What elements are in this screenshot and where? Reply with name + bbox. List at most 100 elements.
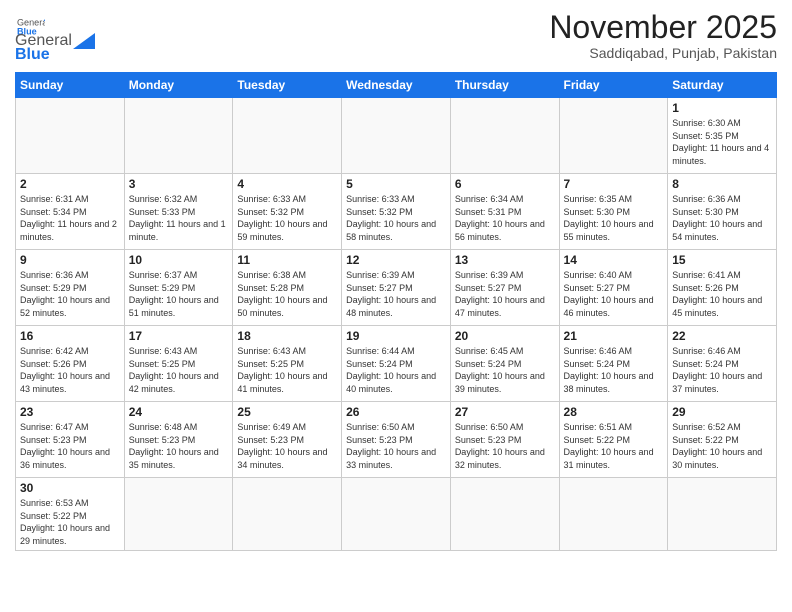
table-row: 20 Sunrise: 6:45 AM Sunset: 5:24 PM Dayli… [450, 326, 559, 402]
day-number: 7 [564, 177, 664, 191]
day-number: 1 [672, 101, 772, 115]
day-info: Sunrise: 6:39 AM Sunset: 5:27 PM Dayligh… [346, 269, 446, 319]
day-number: 6 [455, 177, 555, 191]
table-row: 11 Sunrise: 6:38 AM Sunset: 5:28 PM Dayli… [233, 250, 342, 326]
calendar: Sunday Monday Tuesday Wednesday Thursday… [15, 72, 777, 551]
col-wednesday: Wednesday [342, 73, 451, 98]
title-block: November 2025 Saddiqabad, Punjab, Pakist… [549, 10, 777, 61]
day-info: Sunrise: 6:46 AM Sunset: 5:24 PM Dayligh… [564, 345, 664, 395]
month-title: November 2025 [549, 10, 777, 45]
table-row [124, 98, 233, 174]
day-number: 4 [237, 177, 337, 191]
table-row [16, 98, 125, 174]
day-info: Sunrise: 6:32 AM Sunset: 5:33 PM Dayligh… [129, 193, 229, 243]
day-number: 2 [20, 177, 120, 191]
day-info: Sunrise: 6:36 AM Sunset: 5:30 PM Dayligh… [672, 193, 772, 243]
logo: General Blue General Blue [15, 15, 96, 64]
table-row: 14Sunrise: 6:40 AM Sunset: 5:27 PM Dayli… [559, 250, 668, 326]
col-thursday: Thursday [450, 73, 559, 98]
day-info: Sunrise: 6:36 AM Sunset: 5:29 PM Dayligh… [20, 269, 120, 319]
day-info: Sunrise: 6:46 AM Sunset: 5:24 PM Dayligh… [672, 345, 772, 395]
table-row: 9 Sunrise: 6:36 AM Sunset: 5:29 PM Daylig… [16, 250, 125, 326]
day-number: 24 [129, 405, 229, 419]
table-row [342, 98, 451, 174]
table-row: 26 Sunrise: 6:50 AM Sunset: 5:23 PM Dayli… [342, 402, 451, 478]
table-row: 2 Sunrise: 6:31 AM Sunset: 5:34 PM Daylig… [16, 174, 125, 250]
table-row: 30 Sunrise: 6:53 AM Sunset: 5:22 PM Dayli… [16, 478, 125, 551]
day-number: 30 [20, 481, 120, 495]
calendar-header-row: Sunday Monday Tuesday Wednesday Thursday… [16, 73, 777, 98]
day-info: Sunrise: 6:30 AM Sunset: 5:35 PM Dayligh… [672, 117, 772, 167]
day-info: Sunrise: 6:44 AM Sunset: 5:24 PM Dayligh… [346, 345, 446, 395]
day-number: 18 [237, 329, 337, 343]
day-number: 3 [129, 177, 229, 191]
day-info: Sunrise: 6:45 AM Sunset: 5:24 PM Dayligh… [455, 345, 555, 395]
table-row: 19Sunrise: 6:44 AM Sunset: 5:24 PM Dayli… [342, 326, 451, 402]
table-row: 29 Sunrise: 6:52 AM Sunset: 5:22 PM Dayli… [668, 402, 777, 478]
day-info: Sunrise: 6:43 AM Sunset: 5:25 PM Dayligh… [129, 345, 229, 395]
day-number: 8 [672, 177, 772, 191]
table-row: 7 Sunrise: 6:35 AM Sunset: 5:30 PM Daylig… [559, 174, 668, 250]
table-row [559, 98, 668, 174]
day-number: 22 [672, 329, 772, 343]
day-info: Sunrise: 6:42 AM Sunset: 5:26 PM Dayligh… [20, 345, 120, 395]
day-info: Sunrise: 6:53 AM Sunset: 5:22 PM Dayligh… [20, 497, 120, 547]
day-number: 28 [564, 405, 664, 419]
day-info: Sunrise: 6:41 AM Sunset: 5:26 PM Dayligh… [672, 269, 772, 319]
day-number: 26 [346, 405, 446, 419]
day-number: 23 [20, 405, 120, 419]
table-row: 5 Sunrise: 6:33 AM Sunset: 5:32 PM Daylig… [342, 174, 451, 250]
logo-blue: Blue [15, 46, 50, 63]
day-number: 9 [20, 253, 120, 267]
table-row [233, 98, 342, 174]
day-number: 5 [346, 177, 446, 191]
table-row: 10 Sunrise: 6:37 AM Sunset: 5:29 PM Dayli… [124, 250, 233, 326]
day-number: 17 [129, 329, 229, 343]
day-info: Sunrise: 6:31 AM Sunset: 5:34 PM Dayligh… [20, 193, 120, 243]
col-monday: Monday [124, 73, 233, 98]
day-info: Sunrise: 6:34 AM Sunset: 5:31 PM Dayligh… [455, 193, 555, 243]
table-row: 22 Sunrise: 6:46 AM Sunset: 5:24 PM Dayli… [668, 326, 777, 402]
day-info: Sunrise: 6:52 AM Sunset: 5:22 PM Dayligh… [672, 421, 772, 471]
table-row: 25 Sunrise: 6:49 AM Sunset: 5:23 PM Dayli… [233, 402, 342, 478]
table-row [559, 478, 668, 551]
table-row: 1 Sunrise: 6:30 AM Sunset: 5:35 PM Daylig… [668, 98, 777, 174]
table-row: 18Sunrise: 6:43 AM Sunset: 5:25 PM Dayli… [233, 326, 342, 402]
day-info: Sunrise: 6:37 AM Sunset: 5:29 PM Dayligh… [129, 269, 229, 319]
table-row [342, 478, 451, 551]
col-sunday: Sunday [16, 73, 125, 98]
day-info: Sunrise: 6:50 AM Sunset: 5:23 PM Dayligh… [346, 421, 446, 471]
day-number: 15 [672, 253, 772, 267]
table-row: 27Sunrise: 6:50 AM Sunset: 5:23 PM Dayli… [450, 402, 559, 478]
day-number: 11 [237, 253, 337, 267]
day-info: Sunrise: 6:33 AM Sunset: 5:32 PM Dayligh… [346, 193, 446, 243]
table-row [668, 478, 777, 551]
day-number: 10 [129, 253, 229, 267]
logo-content: General Blue General Blue [15, 15, 96, 64]
day-number: 21 [564, 329, 664, 343]
day-info: Sunrise: 6:48 AM Sunset: 5:23 PM Dayligh… [129, 421, 229, 471]
day-number: 29 [672, 405, 772, 419]
table-row: 21 Sunrise: 6:46 AM Sunset: 5:24 PM Dayli… [559, 326, 668, 402]
table-row: 23Sunrise: 6:47 AM Sunset: 5:23 PM Dayli… [16, 402, 125, 478]
day-info: Sunrise: 6:39 AM Sunset: 5:27 PM Dayligh… [455, 269, 555, 319]
table-row [233, 478, 342, 551]
table-row: 15 Sunrise: 6:41 AM Sunset: 5:26 PM Dayli… [668, 250, 777, 326]
day-info: Sunrise: 6:38 AM Sunset: 5:28 PM Dayligh… [237, 269, 337, 319]
day-number: 25 [237, 405, 337, 419]
day-number: 20 [455, 329, 555, 343]
day-info: Sunrise: 6:50 AM Sunset: 5:23 PM Dayligh… [455, 421, 555, 471]
table-row: 16 Sunrise: 6:42 AM Sunset: 5:26 PM Dayli… [16, 326, 125, 402]
table-row: 3 Sunrise: 6:32 AM Sunset: 5:33 PM Daylig… [124, 174, 233, 250]
col-tuesday: Tuesday [233, 73, 342, 98]
day-info: Sunrise: 6:33 AM Sunset: 5:32 PM Dayligh… [237, 193, 337, 243]
table-row: 8 Sunrise: 6:36 AM Sunset: 5:30 PM Daylig… [668, 174, 777, 250]
table-row [450, 478, 559, 551]
day-number: 12 [346, 253, 446, 267]
table-row: 24 Sunrise: 6:48 AM Sunset: 5:23 PM Dayli… [124, 402, 233, 478]
day-number: 16 [20, 329, 120, 343]
day-info: Sunrise: 6:35 AM Sunset: 5:30 PM Dayligh… [564, 193, 664, 243]
day-info: Sunrise: 6:49 AM Sunset: 5:23 PM Dayligh… [237, 421, 337, 471]
table-row [124, 478, 233, 551]
page: General Blue General Blue November 2025 … [0, 0, 792, 612]
